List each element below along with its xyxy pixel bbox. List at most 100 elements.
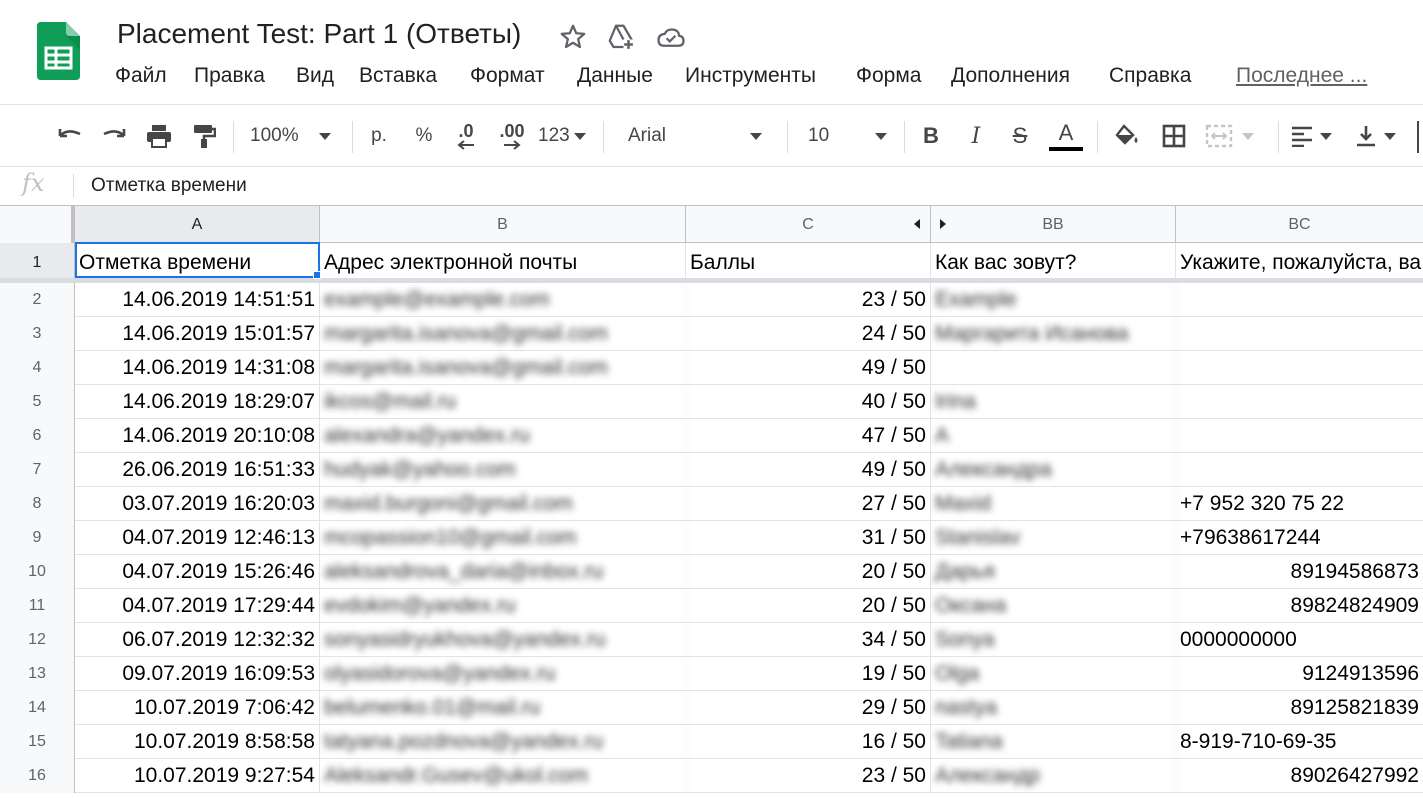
- spreadsheet-grid[interactable]: A B C BB BC 1 Отметка времени Адрес элек…: [0, 205, 1423, 798]
- undo-button[interactable]: [54, 119, 86, 153]
- currency-format-button[interactable]: р.: [364, 119, 394, 153]
- cell-score[interactable]: 19 / 50: [686, 657, 931, 691]
- menu-format[interactable]: Формат: [470, 64, 545, 88]
- cell-name[interactable]: Александра: [931, 453, 1176, 487]
- strikethrough-button[interactable]: S: [1006, 119, 1034, 153]
- cell-email[interactable]: ikcos@mail.ru: [320, 385, 686, 419]
- cell-phone[interactable]: [1176, 419, 1423, 453]
- row-header[interactable]: 6: [0, 419, 75, 453]
- cell-email[interactable]: mcopassion10@gmail.com: [320, 521, 686, 555]
- cell-score[interactable]: 29 / 50: [686, 691, 931, 725]
- cell-score[interactable]: 49 / 50: [686, 453, 931, 487]
- row-header[interactable]: 2: [0, 283, 75, 317]
- row-header[interactable]: 1: [0, 243, 75, 282]
- cell-email[interactable]: tatyana.pozdnova@yandex.ru: [320, 725, 686, 759]
- vertical-align-select[interactable]: [1354, 119, 1404, 153]
- cell-bb1[interactable]: Как вас зовут?: [931, 243, 1176, 282]
- cell-timestamp[interactable]: 26.06.2019 16:51:33: [75, 453, 320, 487]
- column-header-bc[interactable]: BC: [1176, 206, 1423, 243]
- star-icon[interactable]: [558, 22, 588, 52]
- cell-score[interactable]: 23 / 50: [686, 283, 931, 317]
- document-title[interactable]: Placement Test: Part 1 (Ответы): [117, 18, 521, 50]
- row-header[interactable]: 14: [0, 691, 75, 725]
- row-header[interactable]: 3: [0, 317, 75, 351]
- row-header[interactable]: 4: [0, 351, 75, 385]
- merge-cells-button[interactable]: [1204, 119, 1266, 153]
- cell-timestamp[interactable]: 14.06.2019 20:10:08: [75, 419, 320, 453]
- cell-timestamp[interactable]: 10.07.2019 7:06:42: [75, 691, 320, 725]
- cell-email[interactable]: margarita.isanova@gmail.com: [320, 317, 686, 351]
- cell-score[interactable]: 31 / 50: [686, 521, 931, 555]
- redo-button[interactable]: [98, 119, 130, 153]
- cell-score[interactable]: 40 / 50: [686, 385, 931, 419]
- cell-timestamp[interactable]: 03.07.2019 16:20:03: [75, 487, 320, 521]
- cell-name[interactable]: Example: [931, 283, 1176, 317]
- last-edit-link[interactable]: Последнее ...: [1236, 64, 1367, 88]
- row-header[interactable]: 13: [0, 657, 75, 691]
- cell-email[interactable]: hudyak@yahoo.com: [320, 453, 686, 487]
- print-button[interactable]: [143, 119, 175, 153]
- row-header[interactable]: 7: [0, 453, 75, 487]
- zoom-select[interactable]: 100%: [250, 119, 340, 153]
- menu-data[interactable]: Данные: [577, 64, 653, 88]
- cell-a1[interactable]: Отметка времени: [75, 243, 320, 282]
- cell-score[interactable]: 49 / 50: [686, 351, 931, 385]
- column-header-c[interactable]: C: [686, 206, 931, 243]
- cell-email[interactable]: Aleksandr.Gusev@ukol.com: [320, 759, 686, 793]
- cell-phone[interactable]: [1176, 351, 1423, 385]
- menu-help[interactable]: Справка: [1109, 64, 1191, 88]
- cell-phone[interactable]: 0000000000: [1176, 623, 1423, 657]
- cell-phone[interactable]: 89125821839: [1176, 691, 1423, 725]
- fill-color-button[interactable]: [1111, 119, 1143, 153]
- increase-decimal-button[interactable]: .00: [492, 119, 532, 153]
- cell-timestamp[interactable]: 04.07.2019 15:26:46: [75, 555, 320, 589]
- menu-addons[interactable]: Дополнения: [951, 64, 1070, 88]
- cell-name[interactable]: Olga: [931, 657, 1176, 691]
- cell-email[interactable]: olyasidorova@yandex.ru: [320, 657, 686, 691]
- menu-file[interactable]: Файл: [115, 64, 167, 88]
- column-header-b[interactable]: B: [320, 206, 686, 243]
- more-formats-select[interactable]: 123: [538, 119, 590, 153]
- cell-name[interactable]: Maxid: [931, 487, 1176, 521]
- cell-email[interactable]: example@example.com: [320, 283, 686, 317]
- cell-score[interactable]: 20 / 50: [686, 589, 931, 623]
- cell-phone[interactable]: 89824824909: [1176, 589, 1423, 623]
- percent-format-button[interactable]: %: [410, 119, 438, 153]
- menu-tools[interactable]: Инструменты: [685, 64, 816, 88]
- cell-phone[interactable]: 8-919-710-69-35: [1176, 725, 1423, 759]
- cell-name[interactable]: Sonya: [931, 623, 1176, 657]
- row-header[interactable]: 16: [0, 759, 75, 793]
- cell-score[interactable]: 23 / 50: [686, 759, 931, 793]
- row-header[interactable]: 12: [0, 623, 75, 657]
- cell-phone[interactable]: [1176, 385, 1423, 419]
- cell-email[interactable]: belumenko.01@mail.ru: [320, 691, 686, 725]
- formula-input[interactable]: Отметка времени: [91, 175, 247, 197]
- menu-edit[interactable]: Правка: [194, 64, 265, 88]
- cell-timestamp[interactable]: 14.06.2019 14:51:51: [75, 283, 320, 317]
- cell-name[interactable]: nastya: [931, 691, 1176, 725]
- menu-insert[interactable]: Вставка: [359, 64, 437, 88]
- cell-timestamp[interactable]: 04.07.2019 12:46:13: [75, 521, 320, 555]
- menu-form[interactable]: Форма: [856, 64, 921, 88]
- cell-score[interactable]: 20 / 50: [686, 555, 931, 589]
- cell-name[interactable]: Tatiana: [931, 725, 1176, 759]
- cell-timestamp[interactable]: 10.07.2019 8:58:58: [75, 725, 320, 759]
- cell-email[interactable]: alexandra@yandex.ru: [320, 419, 686, 453]
- cell-score[interactable]: 27 / 50: [686, 487, 931, 521]
- cell-email[interactable]: aleksandrova_daria@inbox.ru: [320, 555, 686, 589]
- menu-view[interactable]: Вид: [296, 64, 334, 88]
- row-header[interactable]: 5: [0, 385, 75, 419]
- cell-email[interactable]: evdokim@yandex.ru: [320, 589, 686, 623]
- cell-email[interactable]: sonyasidryukhova@yandex.ru: [320, 623, 686, 657]
- cell-bc1[interactable]: Укажите, пожалуйста, ва: [1176, 243, 1423, 282]
- cell-name[interactable]: Маргарита Исанова: [931, 317, 1176, 351]
- cell-phone[interactable]: [1176, 453, 1423, 487]
- bold-button[interactable]: B: [917, 119, 945, 153]
- cell-name[interactable]: Оксана: [931, 589, 1176, 623]
- cell-email[interactable]: margarita.isanova@gmail.com: [320, 351, 686, 385]
- cell-phone[interactable]: [1176, 283, 1423, 317]
- cloud-saved-icon[interactable]: [656, 22, 686, 52]
- font-size-select[interactable]: 10: [808, 119, 892, 153]
- borders-button[interactable]: [1158, 119, 1190, 153]
- cell-c1[interactable]: Баллы: [686, 243, 931, 282]
